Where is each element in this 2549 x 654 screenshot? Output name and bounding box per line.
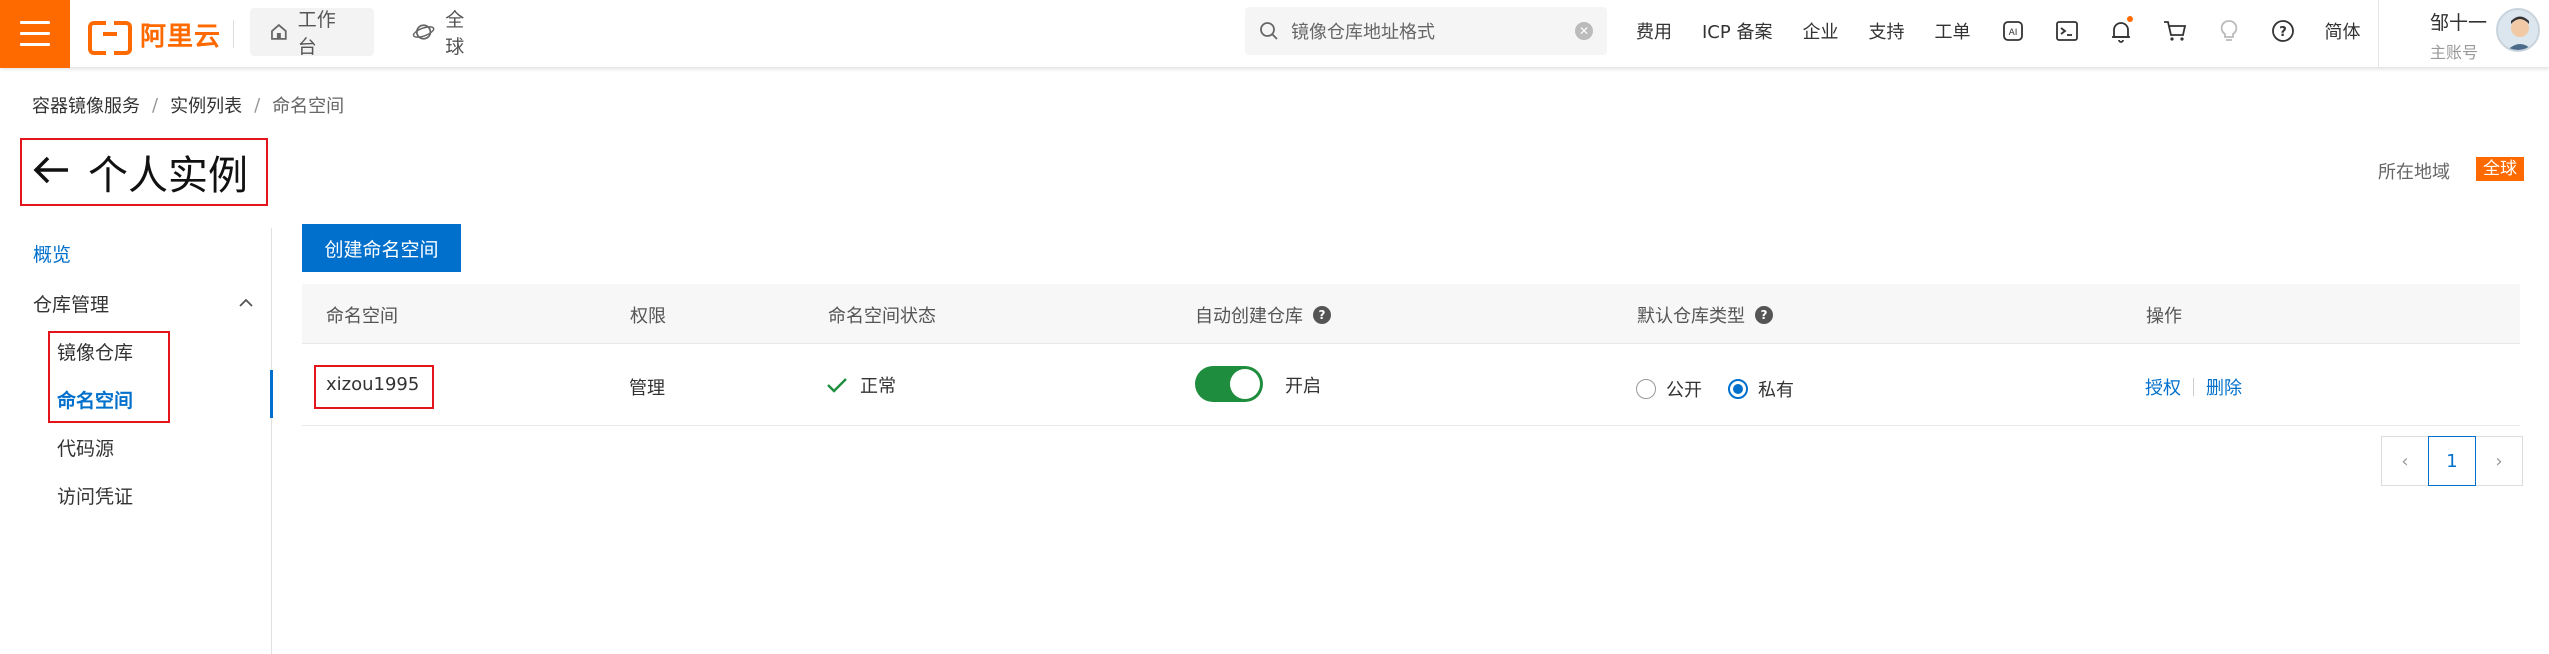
aliyun-logo-icon [88, 21, 132, 55]
svg-text:AI: AI [2009, 28, 2018, 38]
column-header-auto-create-label: 自动创建仓库 [1195, 306, 1303, 327]
column-header-status: 命名空间状态 [828, 306, 936, 327]
sidebar-item-image-repo[interactable]: 镜像仓库 [57, 338, 133, 365]
sidebar-item-overview[interactable]: 概览 [33, 240, 71, 267]
namespace-name[interactable]: xizou1995 [326, 374, 419, 395]
help-icon[interactable]: ? [1313, 306, 1331, 324]
link-enterprise[interactable]: 企业 [1802, 18, 1838, 44]
hamburger-menu-button[interactable] [0, 0, 70, 68]
workbench-button[interactable]: 工作台 [250, 8, 374, 58]
user-name: 邹十一 [2430, 12, 2488, 34]
next-page-button[interactable]: › [2475, 436, 2523, 486]
help-icon[interactable]: ? [2270, 18, 2296, 44]
region-info-label: 所在地域 [2378, 162, 2450, 183]
link-ticket[interactable]: 工单 [1934, 18, 1970, 44]
page-number-button[interactable]: 1 [2428, 436, 2476, 486]
link-billing[interactable]: 费用 [1636, 18, 1672, 44]
user-divider [2378, 0, 2379, 68]
page-title: 个人实例 [88, 153, 248, 199]
pagination: ‹ 1 › [2381, 436, 2523, 486]
link-support[interactable]: 支持 [1868, 18, 1904, 44]
column-header-permission: 权限 [630, 306, 666, 327]
sidebar-active-indicator [270, 370, 273, 418]
svg-text:?: ? [2280, 25, 2288, 40]
table-header: 命名空间 权限 命名空间状态 自动创建仓库 ? 默认仓库类型 ? 操作 [302, 284, 2520, 344]
authorize-link[interactable]: 授权 [2145, 374, 2181, 400]
delete-link[interactable]: 删除 [2206, 374, 2242, 400]
breadcrumb-current: 命名空间 [272, 96, 345, 117]
page-title-box: 个人实例 [20, 138, 268, 206]
user-role: 主账号 [2430, 43, 2479, 62]
column-header-default-type: 默认仓库类型 ? [1637, 302, 1773, 328]
terminal-icon[interactable] [2054, 18, 2080, 44]
clear-search-icon[interactable]: ✕ [1575, 22, 1593, 40]
home-icon [271, 23, 287, 40]
user-menu[interactable]: 邹十一 主账号 [2430, 8, 2487, 63]
radio-public[interactable] [1636, 379, 1656, 399]
action-separator [2193, 378, 2194, 396]
permission-value: 管理 [629, 378, 665, 399]
search-input[interactable]: 镜像仓库地址格式 ✕ [1245, 7, 1607, 55]
back-arrow-icon[interactable] [32, 154, 72, 190]
avatar[interactable] [2496, 8, 2540, 52]
ai-assistant-icon[interactable]: AI [2000, 18, 2026, 44]
top-links: 费用 ICP 备案 企业 支持 工单 AI ? 简体 [1636, 0, 2390, 62]
auto-create-text: 开启 [1285, 376, 1321, 397]
sidebar-group-repo-management[interactable]: 仓库管理 [33, 290, 109, 317]
region-selector[interactable]: 全球 [392, 8, 502, 58]
breadcrumb-item[interactable]: 实例列表 [170, 92, 242, 118]
sidebar-item-code-source[interactable]: 代码源 [57, 434, 114, 461]
toggle-knob [1230, 369, 1260, 399]
region-badge: 全球 [2476, 157, 2524, 181]
region-label: 全球 [445, 9, 465, 58]
logo-text: 阿里云 [140, 21, 222, 52]
chevron-up-icon[interactable] [238, 294, 254, 313]
globe-icon [412, 24, 435, 40]
header-divider [233, 20, 234, 48]
sidebar-item-access-credential[interactable]: 访问凭证 [57, 482, 133, 509]
actions-cell: 授权 删除 [2145, 374, 2242, 400]
search-placeholder: 镜像仓库地址格式 [1291, 22, 1435, 43]
radio-private-label: 私有 [1758, 380, 1794, 401]
column-header-namespace: 命名空间 [326, 306, 398, 327]
radio-public-option[interactable]: 公开 [1636, 376, 1702, 402]
prev-page-button[interactable]: ‹ [2381, 436, 2429, 486]
cart-icon[interactable] [2162, 18, 2188, 44]
status-text: 正常 [860, 376, 896, 397]
avatar-icon [2507, 16, 2533, 50]
lightbulb-icon[interactable] [2216, 18, 2242, 44]
breadcrumb-separator: / [152, 94, 159, 116]
create-namespace-button[interactable]: 创建命名空间 [302, 224, 461, 272]
sidebar-item-namespace[interactable]: 命名空间 [57, 386, 133, 413]
language-switcher[interactable]: 简体 [2324, 18, 2360, 44]
breadcrumb: 容器镜像服务 / 实例列表 / 命名空间 [32, 92, 344, 118]
column-header-actions: 操作 [2146, 306, 2182, 327]
column-header-auto-create: 自动创建仓库 ? [1195, 302, 1331, 328]
link-icp[interactable]: ICP 备案 [1702, 18, 1772, 44]
aliyun-logo[interactable]: 阿里云 [88, 14, 222, 55]
radio-private-option[interactable]: 私有 [1728, 376, 1794, 402]
search-icon [1260, 22, 1278, 40]
help-icon[interactable]: ? [1755, 306, 1773, 324]
auto-create-toggle[interactable] [1195, 366, 1263, 402]
breadcrumb-item[interactable]: 容器镜像服务 [32, 92, 140, 118]
bell-icon[interactable] [2108, 16, 2134, 44]
radio-public-label: 公开 [1666, 380, 1702, 401]
check-icon [827, 378, 847, 393]
breadcrumb-separator: / [254, 94, 261, 116]
radio-private[interactable] [1728, 379, 1748, 399]
top-navigation-bar: 阿里云 工作台 全球 镜像仓库地址格式 ✕ 费用 ICP 备案 企业 支持 工单… [0, 0, 2549, 68]
column-header-default-type-label: 默认仓库类型 [1637, 306, 1745, 327]
notification-dot [2127, 16, 2134, 22]
status-cell: 正常 [826, 372, 896, 398]
workbench-label: 工作台 [297, 9, 336, 58]
